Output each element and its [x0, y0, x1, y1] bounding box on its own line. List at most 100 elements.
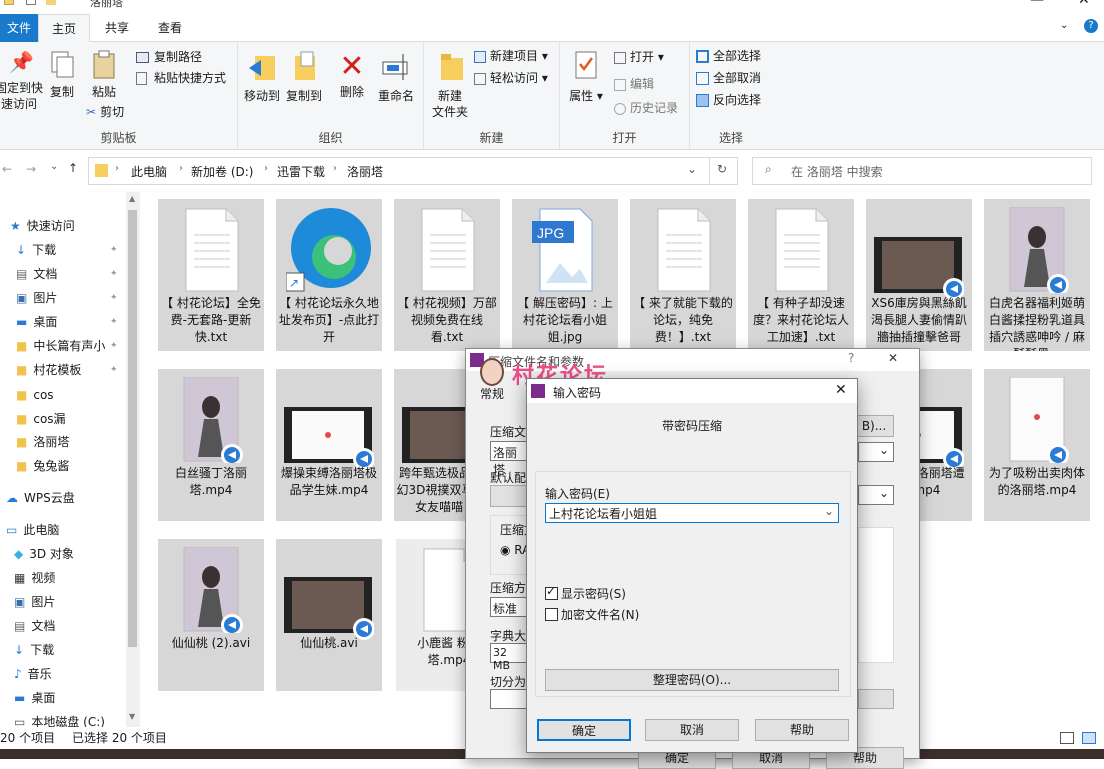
tab-view[interactable]: 查看	[146, 14, 194, 42]
breadcrumb-this-pc[interactable]: 此电脑	[131, 163, 167, 180]
nav-item[interactable]: ▣ 图片 ✦	[16, 286, 118, 310]
chevron-down-icon[interactable]: ⌄	[1060, 20, 1068, 31]
refresh-icon[interactable]: ↻	[717, 162, 727, 176]
file-item[interactable]: 【 有种子却没速度？来村花论坛人工加速】.txt	[748, 199, 854, 351]
nav-item[interactable]: ■ cos漏	[16, 407, 66, 431]
nav-item[interactable]: ▤ 文档 ✦	[16, 262, 118, 286]
back-icon[interactable]: ←	[2, 162, 12, 176]
edit-button[interactable]: 编辑	[614, 75, 654, 93]
select-none-button[interactable]: 全部取消	[696, 69, 761, 87]
split-dropdown[interactable]	[858, 689, 894, 709]
nav-item[interactable]: ■ 中长篇有声小 ✦	[16, 334, 118, 358]
ok-button[interactable]: 确定	[537, 719, 631, 741]
copy-path-button[interactable]: 复制路径	[136, 48, 202, 66]
new-folder-button[interactable]: 新建 文件夹	[428, 50, 472, 120]
nav-item[interactable]: ▣ 图片	[14, 590, 55, 614]
file-item[interactable]: XS6庫房與黑絲飢渴長腿人妻偷情趴牆抽插撞擊爸哥哥...	[866, 199, 972, 351]
chevron-down-icon[interactable]: ⌄	[824, 504, 834, 518]
breadcrumb-downloads[interactable]: 迅雷下载	[277, 163, 325, 180]
organize-passwords-button[interactable]: 整理密码(O)...	[545, 669, 839, 691]
forward-icon[interactable]: →	[26, 162, 36, 176]
search-box[interactable]: ⌕ 在 洛丽塔 中搜索	[752, 157, 1092, 185]
dictionary-select[interactable]: 32 MB	[490, 643, 530, 672]
help-icon[interactable]: ?	[848, 351, 854, 365]
cut-button[interactable]: ✂ 剪切	[86, 103, 124, 121]
cancel-button[interactable]: 取消	[645, 719, 739, 741]
profiles-button[interactable]	[490, 485, 530, 507]
new-item-button[interactable]: 新建项目 ▾	[474, 47, 548, 65]
file-item[interactable]: 仙仙桃.avi	[276, 539, 382, 691]
encrypt-names-checkbox[interactable]	[545, 608, 558, 621]
password-input[interactable]: 上村花论坛看小姐姐 ⌄	[545, 503, 839, 523]
tab-share[interactable]: 共享	[94, 14, 140, 42]
move-to-button[interactable]: 移动到	[242, 50, 282, 104]
delete-button[interactable]: ✕ 删除	[336, 50, 368, 100]
nav-item[interactable]: ▬ 桌面 ✦	[16, 310, 118, 334]
file-item[interactable]: 爆操束缚洛丽塔极品学生妹.mp4	[276, 369, 382, 521]
archive-name-input[interactable]: 洛丽塔	[490, 441, 530, 477]
properties-button[interactable]: 属性 ▾	[566, 50, 606, 104]
tiles-view-icon[interactable]	[1082, 732, 1096, 744]
easy-access-button[interactable]: 轻松访问 ▾	[474, 69, 548, 87]
file-item[interactable]: 为了吸粉出卖肉体的洛丽塔.mp4	[984, 369, 1090, 521]
paste-button[interactable]: 粘贴	[86, 50, 122, 100]
file-item[interactable]: 【 来了就能下载的论坛，纯免费！】.txt	[630, 199, 736, 351]
open-button[interactable]: 打开 ▾	[614, 48, 664, 66]
file-item[interactable]: JPG 【 解压密码】: 上村花论坛看小姐姐.jpg	[512, 199, 618, 351]
file-item[interactable]: 【 村花论坛】全免费-无套路-更新快.txt	[158, 199, 264, 351]
nav-item[interactable]: ■ cos	[16, 383, 54, 407]
update-mode-dropdown[interactable]: ⌄	[858, 485, 894, 505]
checkmark-icon[interactable]	[26, 0, 36, 5]
browse-button[interactable]: B)...	[854, 415, 894, 437]
copy-button[interactable]: 复制	[44, 50, 80, 100]
file-item[interactable]: ↗ 【 村花论坛永久地址发布页】-点此打开	[276, 199, 382, 351]
nav-item[interactable]: ▦ 视频	[14, 566, 55, 590]
nav-item[interactable]: ↓ 下载	[14, 638, 54, 662]
nav-item[interactable]: ☁ WPS云盘	[6, 486, 75, 510]
nav-item[interactable]: ◆ 3D 对象	[14, 542, 74, 566]
paste-shortcut-button[interactable]: 粘贴快捷方式	[136, 69, 226, 87]
pin-button[interactable]: 📌 固定到快 速访问	[0, 52, 44, 112]
minimize-icon[interactable]: —	[1030, 0, 1044, 8]
breadcrumb-drive[interactable]: 新加卷 (D:)	[191, 163, 253, 180]
nav-item[interactable]: ♪ 音乐	[14, 662, 52, 686]
select-all-button[interactable]: 全部选择	[696, 47, 761, 65]
copy-to-button[interactable]: 复制到	[284, 50, 324, 104]
close-icon[interactable]: ✕	[835, 382, 847, 398]
close-icon[interactable]: ✕	[888, 351, 898, 365]
tab-file[interactable]: 文件	[0, 14, 38, 42]
file-item[interactable]: 白丝骚丁洛丽塔.mp4	[158, 369, 264, 521]
split-input[interactable]	[490, 689, 530, 709]
close-icon[interactable]: ✕	[1078, 0, 1090, 8]
recent-chevron-icon[interactable]: ⌄	[50, 161, 58, 172]
help-icon[interactable]: ?	[1084, 19, 1098, 33]
nav-item[interactable]: ▬ 桌面	[14, 686, 55, 710]
show-password-checkbox[interactable]: ✓	[545, 584, 558, 600]
help-button[interactable]: 帮助	[755, 719, 849, 741]
invert-selection-button[interactable]: 反向选择	[696, 91, 761, 109]
tab-home[interactable]: 主页	[38, 14, 90, 43]
up-icon[interactable]: ↑	[68, 161, 78, 175]
nav-item[interactable]: ★ 快速访问	[10, 214, 75, 238]
nav-scrollbar[interactable]: ▲ ▼	[126, 192, 140, 727]
nav-item[interactable]: ▭ 此电脑	[6, 518, 59, 542]
nav-item[interactable]: ↓ 下载 ✦	[16, 238, 118, 262]
nav-item[interactable]: ■ 洛丽塔	[16, 430, 69, 454]
chevron-down-icon[interactable]: ⌄	[687, 162, 697, 176]
nav-item[interactable]: ▤ 文档	[14, 614, 55, 638]
folder-icon[interactable]	[46, 0, 56, 5]
file-item[interactable]: 【 村花视频】万部视频免费在线看.txt	[394, 199, 500, 351]
breadcrumb-current[interactable]: 洛丽塔	[347, 163, 383, 180]
nav-item[interactable]: ■ 村花模板 ✦	[16, 358, 118, 382]
nav-item[interactable]: ■ 兔兔酱	[16, 454, 69, 478]
file-item[interactable]: 白虎名器福利姬萌白酱揉捏粉乳道具插穴誘惑呻吟 / 麻酥酥黑...	[984, 199, 1090, 351]
history-button[interactable]: 历史记录	[614, 99, 678, 117]
scroll-up-icon[interactable]: ▲	[129, 194, 135, 203]
method-select[interactable]: 标准	[490, 597, 530, 617]
file-item[interactable]: 仙仙桃 (2).avi	[158, 539, 264, 691]
archive-dropdown[interactable]: ⌄	[858, 442, 894, 462]
details-view-icon[interactable]	[1060, 732, 1074, 744]
scroll-thumb[interactable]	[128, 210, 137, 647]
address-bar[interactable]: › 此电脑 › 新加卷 (D:) › 迅雷下载 › 洛丽塔 ⌄ ↻	[88, 157, 738, 185]
scroll-down-icon[interactable]: ▼	[129, 712, 135, 721]
